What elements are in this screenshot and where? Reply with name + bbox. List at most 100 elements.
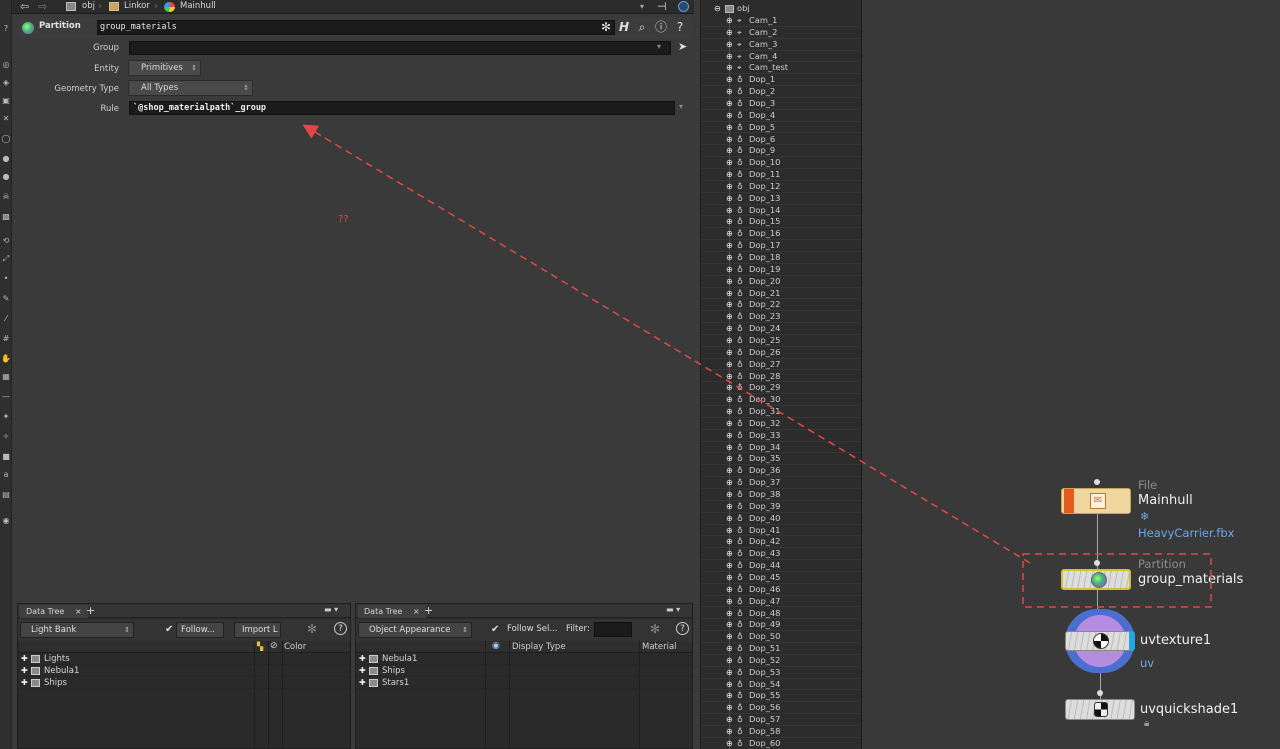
tree-item[interactable]: ⊕ ⌖ Cam_3	[701, 39, 861, 51]
gear-icon[interactable]: ✻	[307, 622, 317, 636]
expand-icon[interactable]: ⊕	[726, 690, 733, 702]
tree-item[interactable]: ⊕ ♁ Dop_25	[701, 335, 861, 347]
tree-item[interactable]: ⊕ ♁ Dop_43	[701, 548, 861, 561]
tree-item[interactable]: ⊕ ♁ Dop_2	[701, 86, 861, 98]
expand-icon[interactable]: ⊕	[726, 738, 733, 749]
tree-item[interactable]: ⊕ ♁ Dop_37	[701, 477, 861, 489]
expand-icon[interactable]: ⊕	[726, 276, 733, 288]
uvquickshade-node-name[interactable]: uvquickshade1	[1140, 702, 1238, 717]
display-flag[interactable]	[1064, 489, 1074, 513]
point-icon[interactable]: •	[1, 274, 11, 284]
tree-item[interactable]: ⊕ ♁ Dop_48	[701, 608, 861, 620]
tree-item[interactable]: ⊕ ♁ Dop_35	[701, 453, 861, 466]
expand-icon[interactable]: ⊕	[726, 288, 733, 300]
tree-item[interactable]: ⊕ ⌖ Cam_test	[701, 62, 861, 75]
expand-icon[interactable]: ⊕	[726, 15, 733, 27]
expand-icon[interactable]: ⊕	[726, 347, 733, 359]
expand-icon[interactable]: ⊕	[726, 359, 733, 371]
breadcrumb-linkor[interactable]: Linkor	[124, 0, 150, 13]
expand-icon[interactable]: ⊕	[726, 86, 733, 98]
expand-icon[interactable]: ⊕	[726, 430, 733, 442]
expand-icon[interactable]: ⊕	[726, 679, 733, 691]
tree-item[interactable]: ⊕ ♁ Dop_36	[701, 465, 861, 478]
lock-icon[interactable]: ▣	[1, 96, 11, 106]
expand-icon[interactable]: ✚	[21, 665, 28, 677]
import-button[interactable]: Import L	[234, 622, 281, 638]
tree-item[interactable]: ⊕ ♁ Dop_40	[701, 513, 861, 525]
expand-icon[interactable]: ⊕	[726, 560, 733, 572]
breadcrumb-obj[interactable]: obj	[82, 0, 95, 13]
uvtexture-node-name[interactable]: uvtexture1	[1140, 633, 1211, 648]
rule-dropdown-icon[interactable]: ▾	[679, 102, 683, 111]
add-tab-icon[interactable]: +	[424, 604, 433, 617]
tree-item[interactable]: ⊕ ♁ Dop_54	[701, 679, 861, 691]
tree-item[interactable]: ⊕ ♁ Dop_3	[701, 98, 861, 110]
tree-row[interactable]: ✚ Ships	[18, 677, 350, 689]
expand-icon[interactable]: ⊕	[726, 169, 733, 181]
expand-icon[interactable]: ⊕	[726, 667, 733, 679]
expand-icon[interactable]: ⊕	[726, 205, 733, 217]
box-icon[interactable]: ■	[1, 452, 11, 462]
close-tab-icon[interactable]: ×	[413, 607, 420, 616]
expand-icon[interactable]: ⊕	[726, 216, 733, 228]
tree-item[interactable]: ⊕ ♁ Dop_24	[701, 323, 861, 335]
expand-icon[interactable]: ⊕	[726, 98, 733, 110]
expand-icon[interactable]: ⊕	[726, 631, 733, 643]
expand-icon[interactable]: ⊕	[726, 536, 733, 548]
expand-icon[interactable]: ⊕	[726, 465, 733, 477]
tree-row[interactable]: ✚ Nebula1	[18, 665, 350, 677]
expand-icon[interactable]: ⊕	[726, 323, 733, 335]
tree-row[interactable]: ✚ Stars1	[356, 677, 692, 689]
tree-item[interactable]: ⊕ ♁ Dop_4	[701, 110, 861, 122]
light-icon-2[interactable]: ●	[1, 172, 11, 182]
tree-item[interactable]: ⊕ ♁ Dop_6	[701, 134, 861, 146]
group-dropdown-icon[interactable]: ▾	[657, 42, 661, 51]
expand-icon[interactable]: ⊕	[726, 264, 733, 276]
zoom-icon[interactable]: ◯	[1, 134, 11, 144]
expand-icon[interactable]: ⊕	[726, 394, 733, 406]
expand-icon[interactable]: ⊕	[726, 548, 733, 560]
tree-item[interactable]: ⊕ ♁ Dop_14	[701, 205, 861, 217]
tree-item[interactable]: ⊕ ♁ Dop_9	[701, 145, 861, 158]
hand-icon[interactable]: ✋	[1, 354, 11, 364]
expand-icon[interactable]: ✚	[21, 677, 28, 689]
tree-item[interactable]: ⊕ ♁ Dop_41	[701, 525, 861, 537]
follow-button[interactable]: Follow...	[176, 622, 224, 638]
tree-row[interactable]: ✚ Ships	[356, 665, 692, 677]
tree-item[interactable]: ⊕ ♁ Dop_30	[701, 394, 861, 407]
expand-icon[interactable]: ⊕	[726, 453, 733, 465]
uvtexture-node[interactable]	[1065, 631, 1135, 651]
tree-item[interactable]: ⊕ ⌖ Cam_4	[701, 51, 861, 63]
houdini-help-icon[interactable]: H	[617, 20, 631, 35]
expand-icon[interactable]: ⊕	[726, 252, 733, 264]
tree-item[interactable]: ⊕ ♁ Dop_23	[701, 311, 861, 324]
tree-item[interactable]: ⊕ ♁ Dop_45	[701, 572, 861, 584]
expand-icon[interactable]: ⊕	[726, 608, 733, 620]
tree-item[interactable]: ⊕ ♁ Dop_34	[701, 442, 861, 454]
add-tab-icon[interactable]: +	[86, 604, 95, 617]
expand-icon[interactable]: ⊕	[726, 442, 733, 454]
tree-type-combo[interactable]: Object Appearance ⇕	[358, 622, 472, 638]
close-tab-icon[interactable]: ×	[75, 607, 82, 616]
skull-icon[interactable]: ☠	[1, 192, 11, 202]
expand-icon[interactable]: ✚	[21, 653, 28, 665]
expand-icon[interactable]: ⊕	[726, 418, 733, 430]
tree-root[interactable]: ⊖ obj	[701, 3, 861, 15]
expand-icon[interactable]: ⊕	[726, 619, 733, 631]
expand-icon[interactable]: ⊕	[726, 181, 733, 193]
entity-menu[interactable]: Primitives ⇕	[128, 60, 201, 76]
tool-icon[interactable]: ✧	[1, 432, 11, 442]
pane-menu-icon[interactable]: ▬ ▾	[666, 605, 680, 614]
tree-item[interactable]: ⊕ ♁ Dop_38	[701, 489, 861, 501]
text-icon[interactable]: a	[1, 470, 11, 480]
expand-icon[interactable]: ⊕	[726, 122, 733, 134]
expand-icon[interactable]: ⊕	[726, 27, 733, 39]
tree-item[interactable]: ⊕ ♁ Dop_51	[701, 643, 861, 655]
sparkle-icon[interactable]: ✦	[1, 412, 11, 422]
tree-item[interactable]: ⊕ ♁ Dop_49	[701, 619, 861, 632]
marker-icon[interactable]: ◉	[1, 516, 11, 526]
number-icon[interactable]: #	[1, 334, 11, 344]
tree-item[interactable]: ⊕ ♁ Dop_52	[701, 655, 861, 667]
gear-icon[interactable]: ✻	[599, 20, 613, 35]
help-icon[interactable]: ?	[1, 24, 11, 34]
